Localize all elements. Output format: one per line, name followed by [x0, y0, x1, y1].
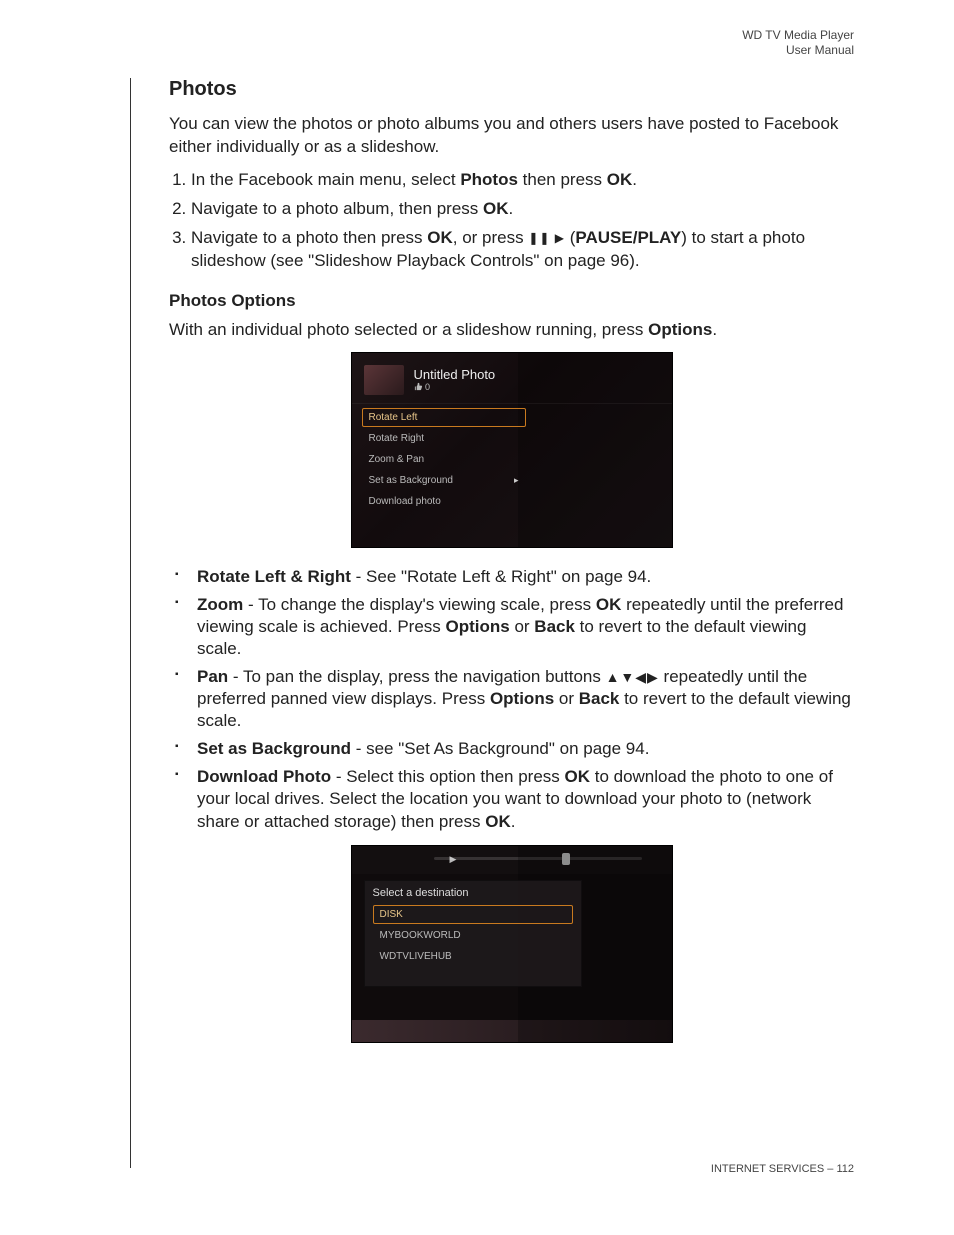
- footer-page: 112: [836, 1163, 854, 1175]
- destination-panel: Select a destination DISK MYBOOKWORLD WD…: [364, 880, 582, 987]
- screenshot-bottom-strip: [352, 1020, 672, 1042]
- photo-subtitle: 0: [414, 382, 496, 392]
- destination-title: Select a destination: [373, 887, 573, 899]
- dest-disk[interactable]: DISK: [373, 905, 573, 924]
- destination-screenshot: ▶ Select a destination DISK MYBOOKWORLD …: [351, 845, 673, 1043]
- section-title: Photos: [169, 78, 854, 101]
- step-1: In the Facebook main menu, select Photos…: [191, 169, 854, 192]
- screenshot-top-bar: ▶: [352, 846, 672, 874]
- option-set-background[interactable]: Set as Background ▸: [362, 471, 526, 490]
- bullet-download-photo: Download Photo - Select this option then…: [197, 766, 854, 832]
- bullet-rotate: Rotate Left & Right - See "Rotate Left &…: [197, 566, 854, 588]
- footer-section: INTERNET SERVICES: [711, 1163, 824, 1175]
- screenshot-header: Untitled Photo 0: [352, 361, 672, 404]
- option-rotate-right[interactable]: Rotate Right: [362, 429, 526, 448]
- bullet-zoom: Zoom - To change the display's viewing s…: [197, 594, 854, 660]
- page-header: WD TV Media Player User Manual: [742, 28, 854, 58]
- options-heading: Photos Options: [169, 291, 854, 311]
- header-line-1: WD TV Media Player: [742, 28, 854, 43]
- bullet-set-background: Set as Background - see "Set As Backgrou…: [197, 738, 854, 760]
- options-list: Rotate Left Rotate Right Zoom & Pan Set …: [352, 404, 672, 517]
- step-2: Navigate to a photo album, then press OK…: [191, 198, 854, 221]
- page-footer: INTERNET SERVICES – 112: [711, 1163, 854, 1175]
- options-description-list: Rotate Left & Right - See "Rotate Left &…: [169, 566, 854, 833]
- photo-thumbnail: [364, 365, 404, 395]
- photo-title: Untitled Photo: [414, 367, 496, 383]
- option-zoom-pan[interactable]: Zoom & Pan: [362, 450, 526, 469]
- options-intro: With an individual photo selected or a s…: [169, 319, 854, 342]
- intro-paragraph: You can view the photos or photo albums …: [169, 113, 854, 159]
- chevron-right-icon: ▸: [514, 475, 519, 486]
- main-content: Photos You can view the photos or photo …: [130, 78, 854, 1168]
- option-download-photo[interactable]: Download photo: [362, 492, 526, 511]
- pause-play-icon: ❚❚ ▶: [528, 231, 565, 245]
- option-rotate-left[interactable]: Rotate Left: [362, 408, 526, 427]
- header-line-2: User Manual: [742, 43, 854, 58]
- steps-list: In the Facebook main menu, select Photos…: [169, 169, 854, 273]
- bullet-pan: Pan - To pan the display, press the navi…: [197, 666, 854, 732]
- dest-wdtvlivehub[interactable]: WDTVLIVEHUB: [373, 947, 573, 966]
- nav-arrows-icon: ▲▼◀▶: [606, 669, 659, 685]
- thumbs-up-icon: [414, 382, 423, 391]
- step-3: Navigate to a photo then press OK, or pr…: [191, 227, 854, 273]
- progress-track: [434, 857, 642, 860]
- dest-mybookworld[interactable]: MYBOOKWORLD: [373, 926, 573, 945]
- options-menu-screenshot: Untitled Photo 0 Rotate Left Rotate Righ…: [351, 352, 673, 548]
- progress-knob: [562, 853, 570, 865]
